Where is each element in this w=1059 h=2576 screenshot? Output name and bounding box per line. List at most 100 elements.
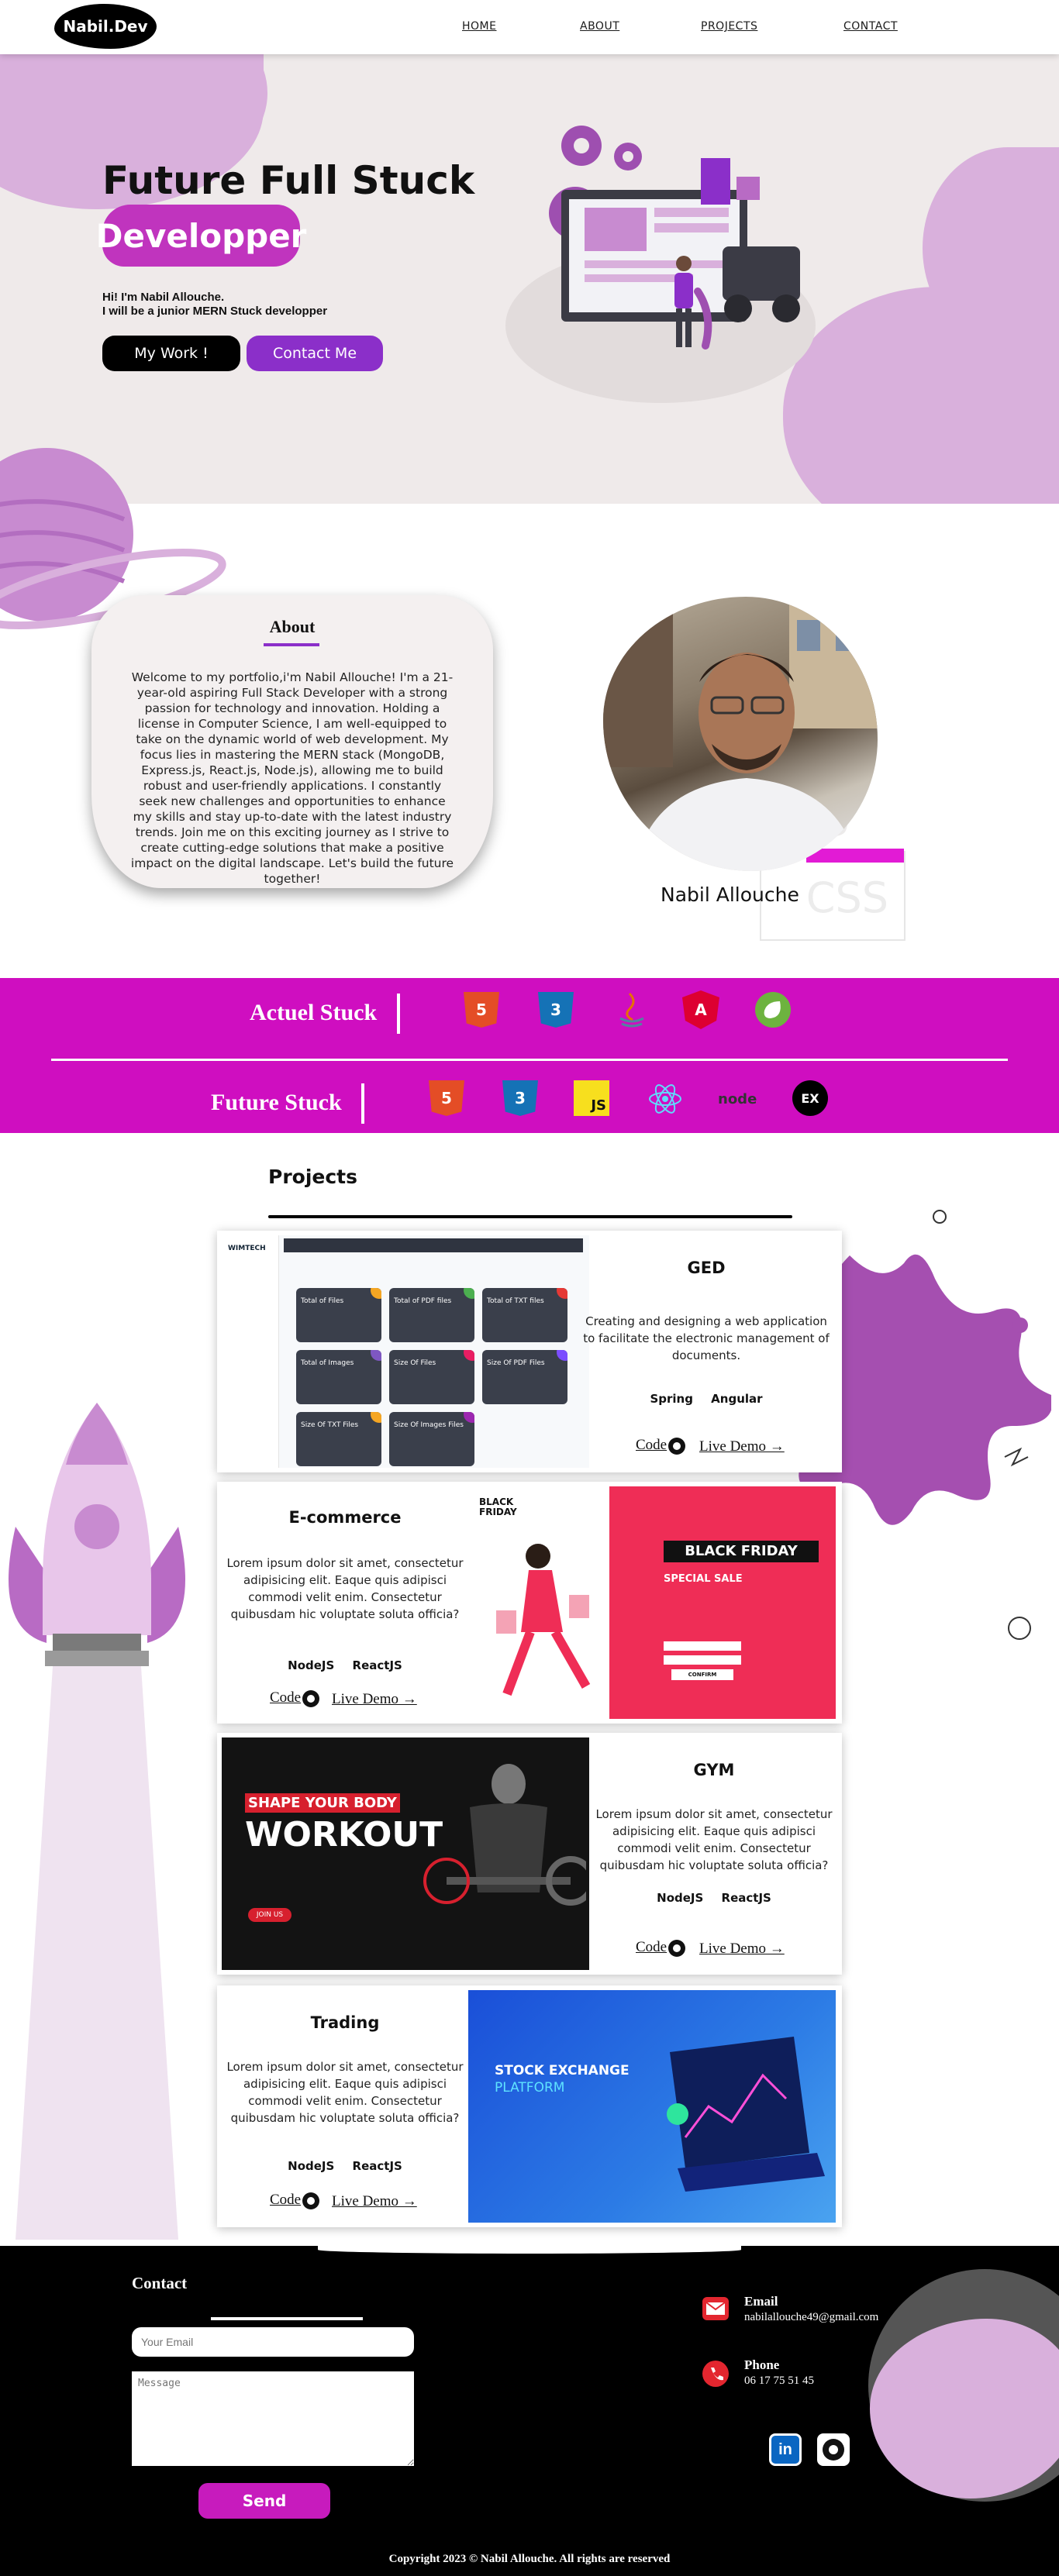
hero-title: Future Full Stuck xyxy=(102,158,475,203)
css3-future-icon: 3 xyxy=(502,1080,538,1116)
project-desc-ecommerce: Lorem ipsum dolor sit amet, consectetur … xyxy=(226,1556,464,1621)
email-input[interactable] xyxy=(132,2327,414,2357)
ged-stat-tile: Size Of PDF Files xyxy=(482,1350,567,1404)
portrait-accent-bar xyxy=(806,849,904,863)
project-code-link-ged[interactable]: Code xyxy=(636,1437,686,1455)
project-demo-link-trading[interactable]: Live Demo → xyxy=(332,2193,417,2210)
shopper-illustration xyxy=(496,1544,591,1696)
circle-decoration-icon xyxy=(1008,1617,1031,1640)
ged-tile-accent xyxy=(557,1350,567,1361)
github-icon xyxy=(302,2192,320,2209)
logo[interactable]: Nabil.Dev xyxy=(54,4,157,49)
person-silhouette xyxy=(603,604,878,871)
future-stack-label: Future Stuck xyxy=(211,1090,342,1115)
ged-tile-label: Size Of Files xyxy=(394,1359,436,1367)
navbar: Nabil.Dev HOME ABOUT PROJECTS CONTACT xyxy=(0,0,1059,54)
project-title-trading: Trading xyxy=(310,2013,380,2032)
code-label: Code xyxy=(636,1437,667,1453)
project-desc-ged: Creating and designing a web application… xyxy=(583,1314,830,1362)
project-code-link-gym[interactable]: Code xyxy=(636,1939,686,1957)
hero-intro-line2: I will be a junior MERN Stuck developper xyxy=(102,305,328,318)
ged-stat-tile: Total of Images xyxy=(296,1350,381,1404)
github-icon xyxy=(302,1689,320,1707)
ecom-field-2 xyxy=(664,1655,741,1665)
project-code-link-trading[interactable]: Code xyxy=(270,2192,320,2209)
project-image-ged[interactable]: WIMTECH Total of Files Total of PDF files… xyxy=(222,1235,589,1468)
spring-leaf-glyph xyxy=(764,1001,781,1018)
my-work-button[interactable]: My Work ! xyxy=(102,336,240,371)
mail-glyph xyxy=(705,2302,726,2315)
ged-tile-accent xyxy=(464,1412,474,1423)
project-card-ged: WIMTECH Total of Files Total of PDF files… xyxy=(217,1231,842,1472)
code-label: Code xyxy=(636,1939,667,1955)
email-label: Email xyxy=(744,2294,778,2309)
ged-tile-label: Size Of Images Files xyxy=(394,1421,464,1429)
project-title-ecommerce: E-commerce xyxy=(288,1508,402,1527)
ged-tile-accent xyxy=(371,1412,381,1423)
ged-sidebar: WIMTECH xyxy=(222,1235,279,1468)
rocket-decoration xyxy=(9,1403,185,2240)
ecom-confirm: CONFIRM xyxy=(671,1669,733,1680)
ecom-red-panel xyxy=(609,1486,836,1719)
nav-projects-link[interactable]: PROJECTS xyxy=(701,20,757,33)
phone-value[interactable]: 06 17 75 51 45 xyxy=(744,2375,814,2388)
about-title: About xyxy=(269,617,316,636)
actual-stack-separator xyxy=(397,994,400,1034)
ged-stat-tile: Total of PDF files xyxy=(389,1288,474,1342)
email-value[interactable]: nabilallouche49@gmail.com xyxy=(744,2311,878,2324)
contact-title: Contact xyxy=(132,2274,188,2292)
project-demo-link-ged[interactable]: Live Demo → xyxy=(699,1438,785,1455)
project-tech-trading: NodeJS ReactJS xyxy=(288,2159,402,2173)
github-social-icon[interactable] xyxy=(817,2433,850,2466)
message-textarea[interactable] xyxy=(132,2371,414,2466)
code-label: Code xyxy=(270,1689,302,1706)
ged-tile-accent xyxy=(464,1288,474,1299)
copyright-text: Copyright 2023 © Nabil Allouche. All rig… xyxy=(388,2553,671,2565)
project-demo-link-gym[interactable]: Live Demo → xyxy=(699,1941,785,1958)
phone-glyph xyxy=(711,2368,723,2381)
contact-me-button[interactable]: Contact Me xyxy=(247,336,383,371)
actual-stack-label: Actuel Stuck xyxy=(250,1000,378,1025)
ged-tile-accent xyxy=(371,1288,381,1299)
ged-tile-accent xyxy=(464,1350,474,1361)
nav-about-link[interactable]: ABOUT xyxy=(580,20,619,33)
stack-divider xyxy=(51,1059,1008,1061)
nav-contact-link[interactable]: CONTACT xyxy=(843,20,898,33)
nav-home-link[interactable]: HOME xyxy=(462,20,496,33)
ged-tile-label: Size Of TXT Files xyxy=(301,1421,359,1429)
project-code-link-ecommerce[interactable]: Code xyxy=(270,1689,320,1707)
project-image-trading[interactable]: STOCK EXCHANGE PLATFORM xyxy=(468,1990,836,2223)
project-tech-ged: Spring Angular xyxy=(650,1392,763,1406)
project-image-ecommerce[interactable]: BLACK FRIDAY BLACK FRIDAY SPECIAL SALE C… xyxy=(468,1486,836,1719)
ged-topbar xyxy=(284,1238,583,1252)
hero-intro-line1: Hi! I'm Nabil Allouche. xyxy=(102,291,225,304)
projects-underline xyxy=(268,1215,792,1218)
trading-line1: STOCK EXCHANGE xyxy=(495,2063,630,2078)
project-card-trading: Trading Lorem ipsum dolor sit amet, cons… xyxy=(217,1985,842,2227)
spring-icon xyxy=(755,992,791,1028)
project-demo-link-ecommerce[interactable]: Live Demo → xyxy=(332,1691,417,1708)
ged-tile-label: Size Of PDF Files xyxy=(487,1359,545,1367)
linkedin-icon[interactable]: in xyxy=(769,2433,802,2466)
project-tech-gym: NodeJS ReactJS xyxy=(657,1891,771,1905)
gym-join: JOIN US xyxy=(248,1908,291,1922)
css-deco-text: CSS xyxy=(805,873,888,922)
project-title-ged: GED xyxy=(687,1259,726,1277)
project-image-gym[interactable]: SHAPE YOUR BODY WORKOUT JOIN US xyxy=(222,1737,589,1970)
gym-line1: SHAPE YOUR BODY xyxy=(245,1793,400,1813)
about-title-underline xyxy=(264,643,319,646)
ged-stat-tile: Size Of Images Files xyxy=(389,1412,474,1466)
send-button[interactable]: Send xyxy=(198,2483,330,2519)
ged-tiles-grid: Total of Files Total of PDF files Total of… xyxy=(296,1288,583,1466)
github-icon xyxy=(668,1939,686,1957)
footer: Contact Send Email nabilallouche49@gmail… xyxy=(0,2246,1059,2576)
ged-tile-label: Total of PDF files xyxy=(394,1297,452,1305)
contact-underline xyxy=(211,2317,363,2320)
html5-icon: 5 xyxy=(464,992,499,1028)
github-icon xyxy=(668,1437,686,1455)
ged-stat-tile: Size Of TXT Files xyxy=(296,1412,381,1466)
react-icon xyxy=(649,1084,681,1114)
node-icon: node xyxy=(718,1091,757,1107)
ecom-field xyxy=(664,1641,741,1651)
ged-tile-accent xyxy=(557,1288,567,1299)
